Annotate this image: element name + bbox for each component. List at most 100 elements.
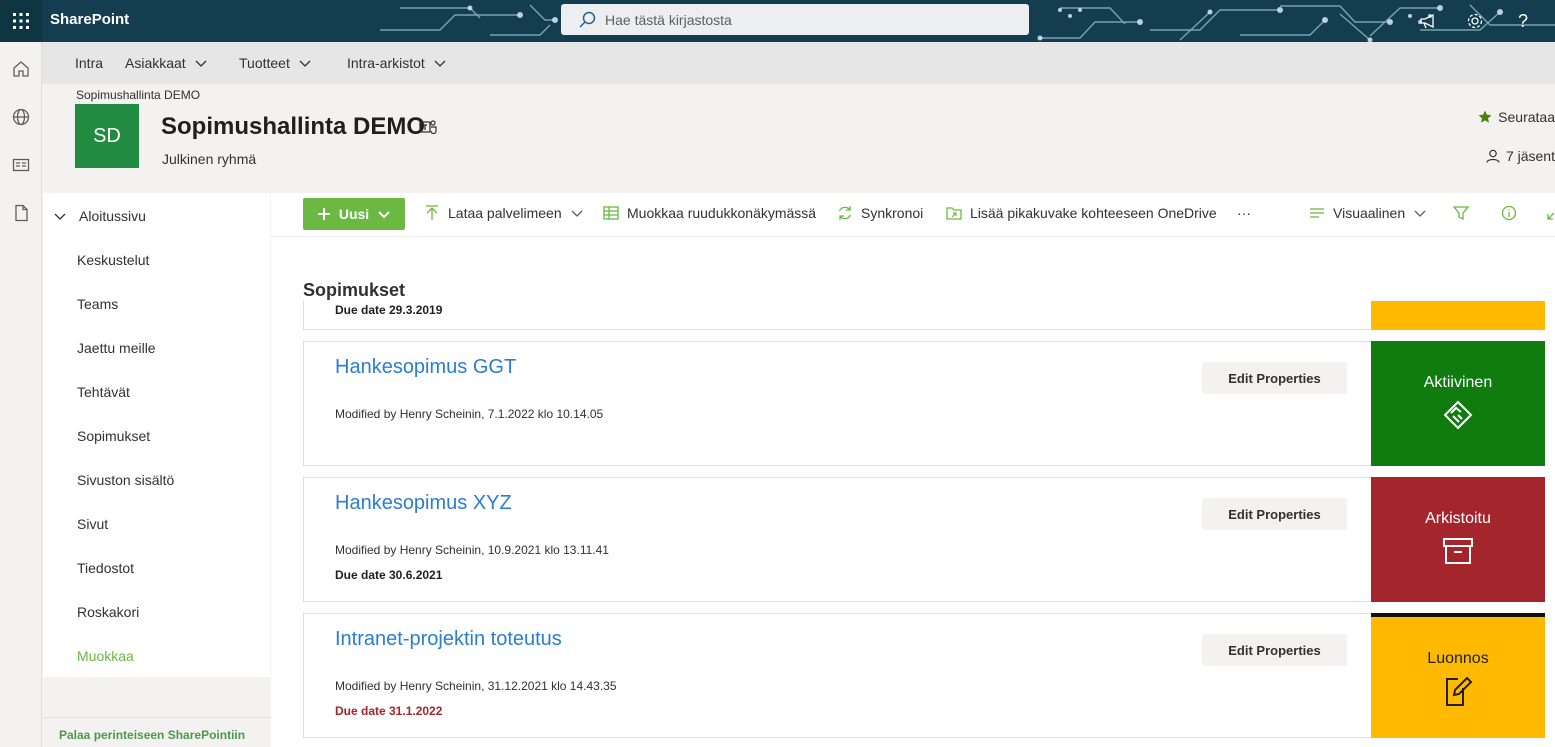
info-icon xyxy=(1501,205,1517,221)
nav-item-aloitussivu[interactable]: Aloitussivu xyxy=(53,208,146,224)
nav-item-sivut[interactable]: Sivut xyxy=(77,516,108,532)
chevron-down-icon xyxy=(571,210,583,217)
hubnav-item-label: Tuotteet xyxy=(239,55,290,71)
news-button[interactable] xyxy=(0,141,42,189)
grid-edit-label: Muokkaa ruudukkonäkymässä xyxy=(627,205,817,221)
hubnav-item-intra[interactable]: Intra xyxy=(75,55,103,71)
list-icon xyxy=(1310,208,1324,218)
home-button[interactable] xyxy=(0,45,42,93)
nav-item-jaettu-meille[interactable]: Jaettu meille xyxy=(77,340,156,356)
add-shortcut-button[interactable]: Lisää pikakuvake kohteeseen OneDrive xyxy=(946,205,1217,221)
due-date: Due date 29.3.2019 xyxy=(335,303,443,317)
files-button[interactable] xyxy=(0,189,42,237)
app-launcher-button[interactable] xyxy=(0,0,42,42)
info-button[interactable] xyxy=(1501,205,1517,221)
nav-item-roskakori[interactable]: Roskakori xyxy=(77,604,139,620)
teams-icon[interactable] xyxy=(419,118,437,136)
upload-button[interactable]: Lataa palvelimeen xyxy=(424,205,584,221)
due-date: Due date 31.1.2022 xyxy=(335,704,443,718)
site-header: Sopimushallinta DEMO SD Sopimushallinta … xyxy=(42,84,1555,191)
chevron-down-icon xyxy=(1414,210,1426,217)
megaphone-button[interactable] xyxy=(1408,0,1448,42)
app-bar xyxy=(0,42,42,747)
left-navigation: Aloitussivu Keskustelut Teams Jaettu mei… xyxy=(43,193,270,677)
person-icon xyxy=(1486,149,1500,163)
list-item[interactable]: Hankesopimus XYZ Modified by Henry Schei… xyxy=(303,477,1545,602)
hubnav-item-asiakkaat[interactable]: Asiakkaat xyxy=(125,55,208,71)
item-title-link[interactable]: Intranet-projektin toteutus xyxy=(335,628,562,651)
new-button[interactable]: Uusi xyxy=(303,198,405,230)
more-button[interactable]: ··· xyxy=(1237,205,1251,221)
command-bar: Uusi Lataa palvelimeen Muokkaa ruudukkon… xyxy=(271,193,1555,237)
nav-item-keskustelut[interactable]: Keskustelut xyxy=(77,252,149,268)
members-button[interactable]: 7 jäsent xyxy=(1486,148,1555,164)
modified-text: Modified by Henry Scheinin, 10.9.2021 kl… xyxy=(335,543,609,557)
list-item[interactable]: Due date 29.3.2019 xyxy=(303,301,1545,330)
help-icon: ? xyxy=(1517,10,1528,31)
card-list: Due date 29.3.2019 Hankesopimus GGT Modi… xyxy=(303,301,1545,747)
hubnav-item-intra-arkistot[interactable]: Intra-arkistot xyxy=(347,55,447,71)
news-icon xyxy=(12,158,30,172)
home-icon xyxy=(13,61,29,77)
chevron-down-icon xyxy=(434,60,446,67)
list-item[interactable]: Hankesopimus GGT Modified by Henry Schei… xyxy=(303,341,1545,466)
chevron-down-icon xyxy=(54,213,66,220)
expand-button[interactable] xyxy=(1547,205,1555,221)
search-box[interactable] xyxy=(561,4,1029,35)
document-icon xyxy=(15,204,28,222)
hubnav-item-label: Asiakkaat xyxy=(125,55,186,71)
hub-navigation: Intra Asiakkaat Tuotteet Intra-arkistot xyxy=(42,42,1555,84)
add-shortcut-label: Lisää pikakuvake kohteeseen OneDrive xyxy=(970,205,1217,221)
modified-text: Modified by Henry Scheinin, 7.1.2022 klo… xyxy=(335,407,604,421)
item-title-link[interactable]: Hankesopimus GGT xyxy=(335,356,516,379)
follow-button[interactable]: Seurataa xyxy=(1478,109,1555,125)
modified-text: Modified by Henry Scheinin, 31.12.2021 k… xyxy=(335,679,617,693)
list-title: Sopimukset xyxy=(303,280,406,300)
nav-item-tehtavat[interactable]: Tehtävät xyxy=(77,384,130,400)
gear-icon xyxy=(1467,13,1483,29)
view-selector[interactable]: Visuaalinen xyxy=(1309,205,1427,221)
nav-item-teams[interactable]: Teams xyxy=(77,296,118,312)
search-input[interactable] xyxy=(605,11,1005,28)
search-icon xyxy=(579,11,596,28)
help-button[interactable]: ? xyxy=(1503,0,1543,42)
edit-properties-button[interactable]: Edit Properties xyxy=(1202,362,1347,394)
filter-icon xyxy=(1453,206,1469,221)
waffle-icon xyxy=(13,13,29,29)
grid-edit-button[interactable]: Muokkaa ruudukkonäkymässä xyxy=(603,205,816,221)
status-badge: Arkistoitu xyxy=(1371,477,1545,602)
site-title[interactable]: Sopimushallinta DEMO xyxy=(161,113,425,141)
breadcrumb[interactable]: Sopimushallinta DEMO xyxy=(76,88,200,102)
nav-item-sopimukset[interactable]: Sopimukset xyxy=(77,428,150,444)
settings-button[interactable] xyxy=(1455,0,1495,42)
nav-edit-link[interactable]: Muokkaa xyxy=(77,648,134,664)
edit-properties-button[interactable]: Edit Properties xyxy=(1202,634,1347,666)
sites-button[interactable] xyxy=(0,93,42,141)
hubnav-item-tuotteet[interactable]: Tuotteet xyxy=(239,55,312,71)
site-subtitle: Julkinen ryhmä xyxy=(162,151,257,167)
brand-link[interactable]: SharePoint xyxy=(50,11,129,28)
folder-shortcut-icon xyxy=(946,207,962,220)
sync-button[interactable]: Synkronoi xyxy=(837,205,923,221)
status-label: Arkistoitu xyxy=(1425,510,1491,527)
edit-properties-button[interactable]: Edit Properties xyxy=(1202,498,1347,530)
archive-icon xyxy=(1443,538,1473,564)
status-badge xyxy=(1371,301,1545,330)
upload-label: Lataa palvelimeen xyxy=(448,205,562,221)
filter-button[interactable] xyxy=(1453,205,1469,221)
site-logo[interactable]: SD xyxy=(75,104,139,168)
star-icon xyxy=(1478,110,1492,123)
list-item[interactable]: Intranet-projektin toteutus Modified by … xyxy=(303,613,1545,738)
hubnav-item-label: Intra xyxy=(75,55,104,71)
nav-item-sivuston-sisalto[interactable]: Sivuston sisältö xyxy=(77,472,174,488)
chevron-down-icon xyxy=(299,60,311,67)
nav-item-tiedostot[interactable]: Tiedostot xyxy=(77,560,134,576)
due-date: Due date 30.6.2021 xyxy=(335,568,443,582)
sync-label: Synkronoi xyxy=(861,205,924,221)
return-classic-link[interactable]: Palaa perinteiseen SharePointiin xyxy=(43,717,270,747)
view-label: Visuaalinen xyxy=(1333,205,1406,221)
edit-document-icon xyxy=(1446,676,1473,706)
status-label: Aktiivinen xyxy=(1423,374,1493,391)
suite-bar: SharePoint ? xyxy=(0,0,1555,42)
item-title-link[interactable]: Hankesopimus XYZ xyxy=(335,492,512,515)
